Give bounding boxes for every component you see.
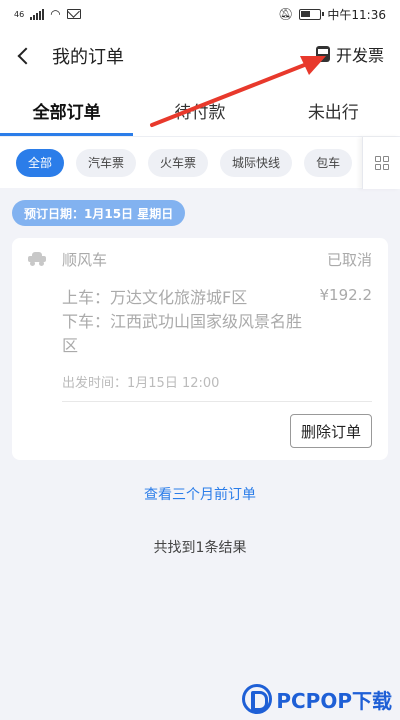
status-right: 🔕︎ 中午11:36 bbox=[278, 6, 386, 23]
order-type: 顺风车 bbox=[62, 251, 108, 269]
view-older-orders-link[interactable]: 查看三个月前订单 bbox=[0, 484, 400, 504]
order-card[interactable]: 顺风车 已取消 上车：万达文化旅游城F区 下车：江西武功山国家级风景名胜区 ¥1… bbox=[12, 238, 388, 460]
dropoff-location: 下车：江西武功山国家级风景名胜区 bbox=[62, 312, 303, 355]
mute-icon: 🔕︎ bbox=[278, 7, 294, 21]
order-route: 上车：万达文化旅游城F区 下车：江西武功山国家级风景名胜区 bbox=[62, 286, 312, 358]
watermark: PCPOP下载 bbox=[242, 684, 392, 714]
delete-order-button[interactable]: 删除订单 bbox=[289, 414, 372, 448]
wifi-icon: ◠ bbox=[50, 7, 61, 21]
invoice-label: 开发票 bbox=[335, 46, 384, 65]
status-time: 中午11:36 bbox=[327, 7, 386, 22]
bus-icon bbox=[315, 46, 332, 62]
filter-chips: 全部 汽车票 火车票 城际快线 包车 bbox=[0, 136, 400, 189]
order-status: 已取消 bbox=[326, 251, 372, 269]
departure-time: 出发时间：1月15日 12:00 bbox=[62, 376, 220, 391]
car-icon bbox=[28, 252, 46, 266]
app-header: 我的订单 开发票 bbox=[0, 28, 400, 84]
card-divider bbox=[62, 401, 372, 402]
filter-chip-all[interactable]: 全部 bbox=[16, 148, 65, 177]
pickup-location: 上车：万达文化旅游城F区 bbox=[62, 288, 248, 307]
filter-chip-bus[interactable]: 汽车票 bbox=[76, 148, 137, 177]
back-arrow-icon bbox=[17, 47, 35, 65]
order-tabs: 全部订单 待付款 未出行 bbox=[0, 84, 400, 136]
tab-pending-payment[interactable]: 待付款 bbox=[133, 84, 266, 136]
back-button[interactable] bbox=[0, 28, 48, 84]
watermark-text: PCPOP下载 bbox=[276, 688, 392, 713]
booking-date-pill: 预订日期：1月15日 星期日 bbox=[12, 200, 186, 226]
mail-icon bbox=[66, 9, 81, 19]
filter-chip-charter[interactable]: 包车 bbox=[304, 148, 353, 177]
network-type-label: 46 bbox=[14, 9, 25, 19]
pcpop-logo-icon bbox=[242, 684, 273, 714]
status-left: 46 ◠ bbox=[14, 7, 81, 21]
status-bar: 46 ◠ 🔕︎ 中午11:36 bbox=[0, 0, 400, 28]
battery-icon bbox=[299, 8, 325, 20]
more-filters-button[interactable] bbox=[362, 137, 400, 189]
tab-all-orders[interactable]: 全部订单 bbox=[0, 84, 134, 136]
result-count: 共找到1条结果 bbox=[153, 540, 247, 556]
page-title: 我的订单 bbox=[52, 47, 124, 68]
grid-icon bbox=[374, 156, 389, 170]
tab-not-traveled[interactable]: 未出行 bbox=[267, 84, 400, 136]
invoice-button[interactable]: 开发票 bbox=[315, 42, 384, 66]
filter-chip-intercity[interactable]: 城际快线 bbox=[220, 148, 293, 177]
signal-icon bbox=[30, 8, 45, 20]
order-price: ¥192.2 bbox=[319, 286, 373, 304]
filter-chip-train[interactable]: 火车票 bbox=[148, 148, 209, 177]
